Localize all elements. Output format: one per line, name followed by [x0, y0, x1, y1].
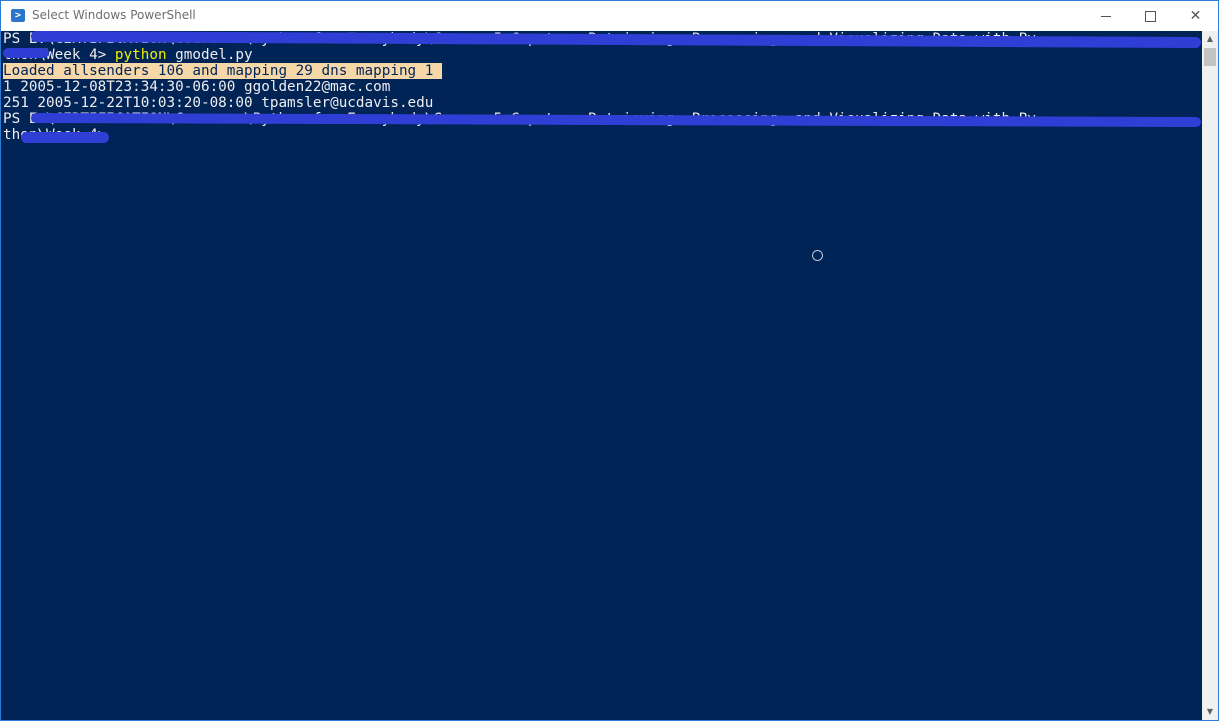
redaction-mark: [21, 132, 109, 143]
command-arguments: gmodel.py: [166, 47, 253, 63]
console-line-output-1: 1 2005-12-08T23:34:30-06:00 ggolden22@ma…: [3, 79, 391, 95]
close-icon: ✕: [1189, 8, 1202, 24]
console-line-output-2: 251 2005-12-22T10:03:20-08:00 tpamsler@u…: [3, 95, 434, 111]
powershell-window: > Select Windows PowerShell ✕ PS E:\CERT…: [0, 0, 1219, 721]
console-line-selected: Loaded allsenders 106 and mapping 29 dns…: [3, 63, 442, 79]
minimize-button[interactable]: [1083, 1, 1128, 31]
busy-cursor-icon: [812, 250, 823, 261]
redaction-mark: [3, 48, 49, 58]
close-button[interactable]: ✕: [1173, 1, 1218, 31]
maximize-button[interactable]: [1128, 1, 1173, 31]
scroll-up-icon[interactable]: ▲: [1202, 31, 1218, 47]
minimize-icon: [1100, 15, 1111, 17]
vertical-scrollbar[interactable]: ▲ ▼: [1202, 31, 1218, 720]
command-keyword: python: [114, 47, 167, 63]
window-title: Select Windows PowerShell: [32, 8, 196, 22]
console-output[interactable]: PS E:\CERTIFICATION\Coursera\Python for …: [1, 31, 1202, 720]
title-bar[interactable]: > Select Windows PowerShell ✕: [1, 1, 1218, 31]
maximize-icon: [1145, 10, 1156, 22]
selected-text[interactable]: Loaded allsenders 106 and mapping 29 dns…: [3, 63, 442, 79]
scroll-thumb[interactable]: [1204, 48, 1216, 66]
scroll-down-icon[interactable]: ▼: [1202, 704, 1218, 720]
powershell-icon: >: [11, 9, 25, 22]
